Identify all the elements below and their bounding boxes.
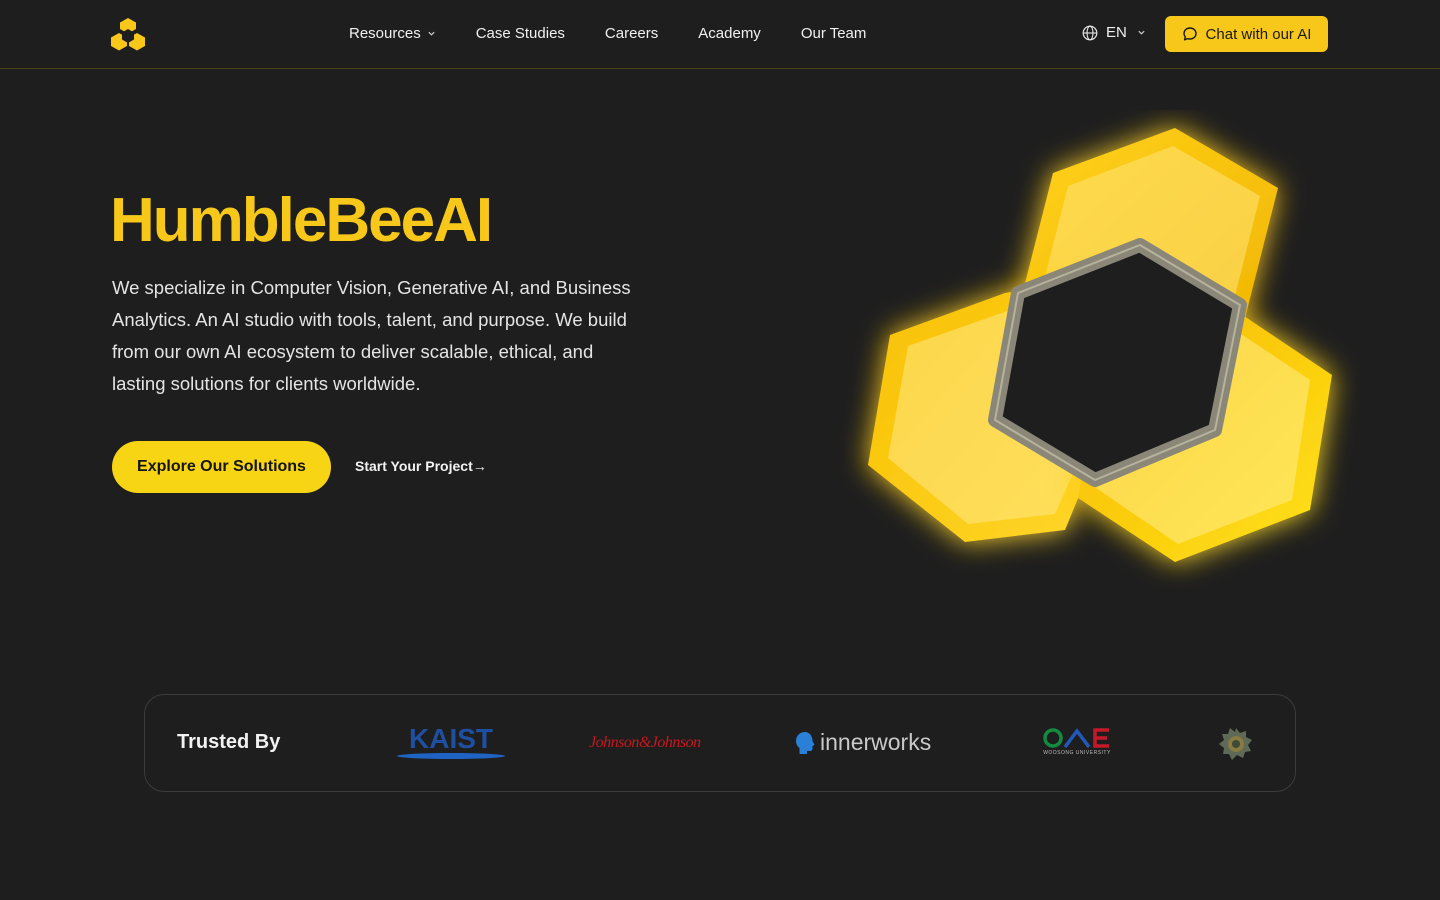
honeycomb-hexagons-illustration <box>868 128 1332 562</box>
nav-careers-label: Careers <box>604 24 659 42</box>
woosong-university-logo: WOOSONG UNIVERSITY <box>1043 727 1111 756</box>
nav-our-team[interactable]: Our Team <box>801 23 867 43</box>
globe-icon <box>1082 25 1098 40</box>
innerworks-wordmark: innerworks <box>820 729 932 755</box>
hero-title: HumbleBeeAI <box>110 186 493 255</box>
chevron-down-icon <box>1138 30 1145 35</box>
kaist-wordmark: KAIST <box>409 723 493 754</box>
nav-academy[interactable]: Academy <box>698 23 761 43</box>
johnson-and-johnson-logo: Johnson&Johnson <box>589 734 701 751</box>
nav-case-studies[interactable]: Case Studies <box>476 23 565 43</box>
emblem-seal-icon <box>1219 728 1252 760</box>
partner-logo-carousel: KAIST Johnson&Johnson innerworks WOOSONG… <box>385 695 1261 791</box>
language-code: EN <box>1106 24 1127 41</box>
nav-careers[interactable]: Careers <box>605 23 658 43</box>
kaist-swoosh <box>397 753 505 759</box>
main-nav: Resources Case Studies Careers Academy O… <box>349 23 906 43</box>
top-navbar: Resources Case Studies Careers Academy O… <box>0 0 1440 69</box>
nav-our-team-label: Our Team <box>800 24 867 42</box>
language-selector[interactable]: EN <box>1082 24 1146 41</box>
nav-case-studies-label: Case Studies <box>475 24 565 42</box>
start-project-link[interactable]: Start Your Project→ <box>355 458 487 474</box>
honeycomb-logo-icon[interactable] <box>110 16 146 52</box>
nav-resources[interactable]: Resources <box>349 23 436 43</box>
explore-solutions-button[interactable]: Explore Our Solutions <box>112 441 331 493</box>
head-profile-icon <box>796 731 815 754</box>
chat-with-ai-button[interactable]: Chat with our AI <box>1165 16 1328 52</box>
trusted-by-section: Trusted By KAIST Johnson&Johnson innerwo… <box>144 694 1296 792</box>
woosong-glyphs <box>1043 728 1109 749</box>
chat-bubble-icon <box>1182 27 1197 41</box>
nav-resources-label: Resources <box>349 24 421 42</box>
trusted-by-label: Trusted By <box>177 731 281 753</box>
chevron-down-icon <box>428 31 435 36</box>
kaist-logo: KAIST <box>397 723 505 759</box>
chat-button-label: Chat with our AI <box>1205 25 1312 43</box>
hero-description: We specialize in Computer Vision, Genera… <box>112 277 631 394</box>
woosong-caption: WOOSONG UNIVERSITY <box>1043 750 1111 756</box>
innerworks-logo: innerworks <box>795 729 931 756</box>
nav-academy-label: Academy <box>698 24 761 42</box>
